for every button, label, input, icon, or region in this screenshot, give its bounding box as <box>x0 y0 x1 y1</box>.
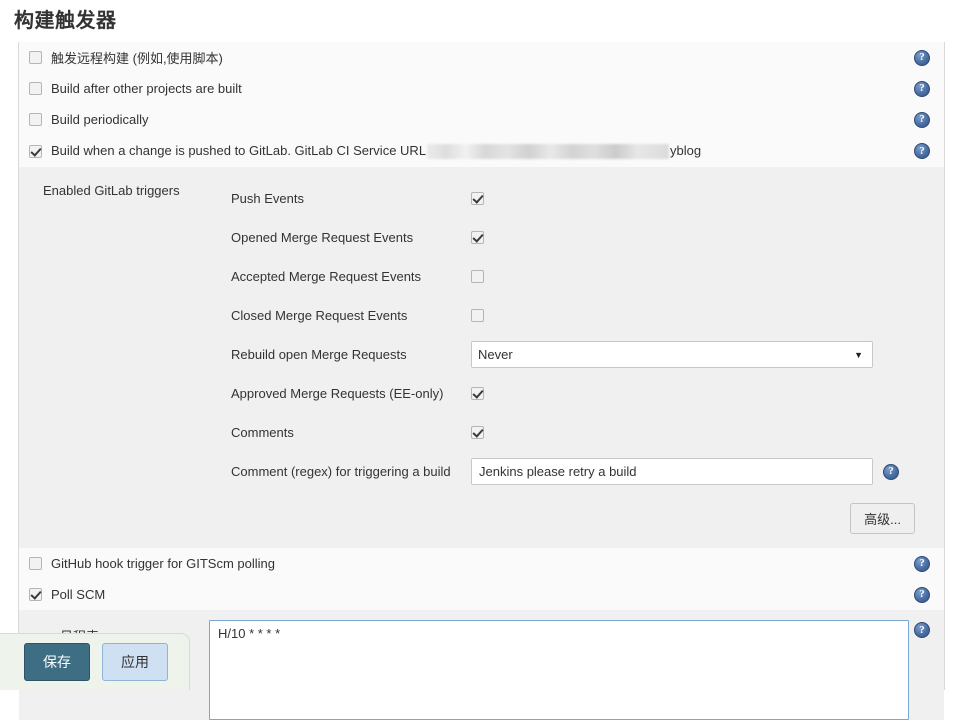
help-icon[interactable]: ? <box>914 80 930 97</box>
gitlab-trigger-label: Build when a change is pushed to GitLab.… <box>51 142 702 160</box>
gitlab-trigger-url-suffix: yblog <box>670 142 702 158</box>
help-icon[interactable]: ? <box>914 143 930 159</box>
redacted-url <box>427 144 670 160</box>
gitlab-triggers-legend: Enabled GitLab triggers <box>43 183 180 198</box>
save-bar: 保存 应用 <box>0 633 190 690</box>
checkbox-build-on-gitlab-push[interactable] <box>29 144 42 158</box>
build-triggers-page: 构建触发器 触发远程构建 (例如,使用脚本) ? Build after oth… <box>0 0 972 720</box>
help-icon[interactable]: ? <box>914 586 930 603</box>
gitlab-row-approved-mr[interactable]: Approved Merge Requests (EE-only) <box>231 374 944 413</box>
checkbox-opened-merge-request-events[interactable] <box>471 231 484 244</box>
rebuild-open-merge-requests-select[interactable]: Never <box>471 341 873 368</box>
gitlab-row-comment-regex[interactable]: Comment (regex) for triggering a build ? <box>231 452 944 491</box>
gitlab-row-opened-mr-events[interactable]: Opened Merge Request Events <box>231 218 944 257</box>
trigger-row-poll-scm[interactable]: Poll SCM ? <box>19 579 944 610</box>
trigger-label: GitHub hook trigger for GITScm polling <box>51 556 275 571</box>
checkbox-closed-merge-request-events[interactable] <box>471 309 484 322</box>
save-button[interactable]: 保存 <box>24 643 90 681</box>
trigger-row-after-other-projects[interactable]: Build after other projects are built ? <box>19 73 944 104</box>
gitlab-trigger-label-text: Build when a change is pushed to GitLab.… <box>51 142 427 158</box>
checkbox-push-events[interactable] <box>471 192 484 205</box>
field-label: Approved Merge Requests (EE-only) <box>231 386 444 401</box>
field-label: Comments <box>231 425 294 440</box>
comment-regex-input[interactable] <box>471 458 873 485</box>
schedule-textarea[interactable] <box>209 620 909 720</box>
checkbox-github-hook-trigger[interactable] <box>29 557 42 570</box>
gitlab-row-accepted-mr-events[interactable]: Accepted Merge Request Events <box>231 257 944 296</box>
field-label: Rebuild open Merge Requests <box>231 347 407 362</box>
checkbox-poll-scm[interactable] <box>29 588 42 601</box>
trigger-label: Build periodically <box>51 112 149 127</box>
gitlab-row-push-events[interactable]: Push Events <box>231 179 944 218</box>
trigger-label: Build after other projects are built <box>51 81 242 96</box>
checkbox-comments[interactable] <box>471 426 484 439</box>
rebuild-open-mr-select-wrap[interactable]: Never ▼ <box>471 341 873 368</box>
field-label: Closed Merge Request Events <box>231 308 408 323</box>
field-label: Accepted Merge Request Events <box>231 269 422 284</box>
help-icon[interactable]: ? <box>914 622 930 638</box>
trigger-label: Poll SCM <box>51 587 106 602</box>
config-area: 触发远程构建 (例如,使用脚本) ? Build after other pro… <box>18 42 945 720</box>
help-icon[interactable]: ? <box>914 49 930 66</box>
field-label: Comment (regex) for triggering a build <box>231 464 451 479</box>
trigger-row-github-hook[interactable]: GitHub hook trigger for GITScm polling ? <box>19 548 944 579</box>
gitlab-triggers-panel: Enabled GitLab triggers Push Events Open… <box>19 167 944 548</box>
trigger-row-periodically[interactable]: Build periodically ? <box>19 104 944 135</box>
advanced-row: 高级... <box>231 491 944 534</box>
checkbox-remote-build[interactable] <box>29 51 42 64</box>
trigger-label: 触发远程构建 (例如,使用脚本) <box>51 51 223 66</box>
checkbox-accepted-merge-request-events[interactable] <box>471 270 484 283</box>
help-icon[interactable]: ? <box>883 463 899 480</box>
gitlab-row-rebuild-open-mr[interactable]: Rebuild open Merge Requests Never ▼ <box>231 335 944 374</box>
help-icon[interactable]: ? <box>914 111 930 128</box>
apply-button[interactable]: 应用 <box>102 643 168 681</box>
checkbox-build-periodically[interactable] <box>29 113 42 126</box>
gitlab-row-closed-mr-events[interactable]: Closed Merge Request Events <box>231 296 944 335</box>
advanced-button[interactable]: 高级... <box>850 503 915 534</box>
checkbox-approved-merge-requests[interactable] <box>471 387 484 400</box>
page-title: 构建触发器 <box>14 10 117 32</box>
field-label: Opened Merge Request Events <box>231 230 414 245</box>
help-icon[interactable]: ? <box>914 555 930 572</box>
checkbox-build-after-other-projects[interactable] <box>29 82 42 95</box>
gitlab-row-comments[interactable]: Comments <box>231 413 944 452</box>
trigger-row-remote[interactable]: 触发远程构建 (例如,使用脚本) ? <box>19 42 944 73</box>
trigger-row-gitlab[interactable]: Build when a change is pushed to GitLab.… <box>19 135 944 167</box>
field-label: Push Events <box>231 191 304 206</box>
